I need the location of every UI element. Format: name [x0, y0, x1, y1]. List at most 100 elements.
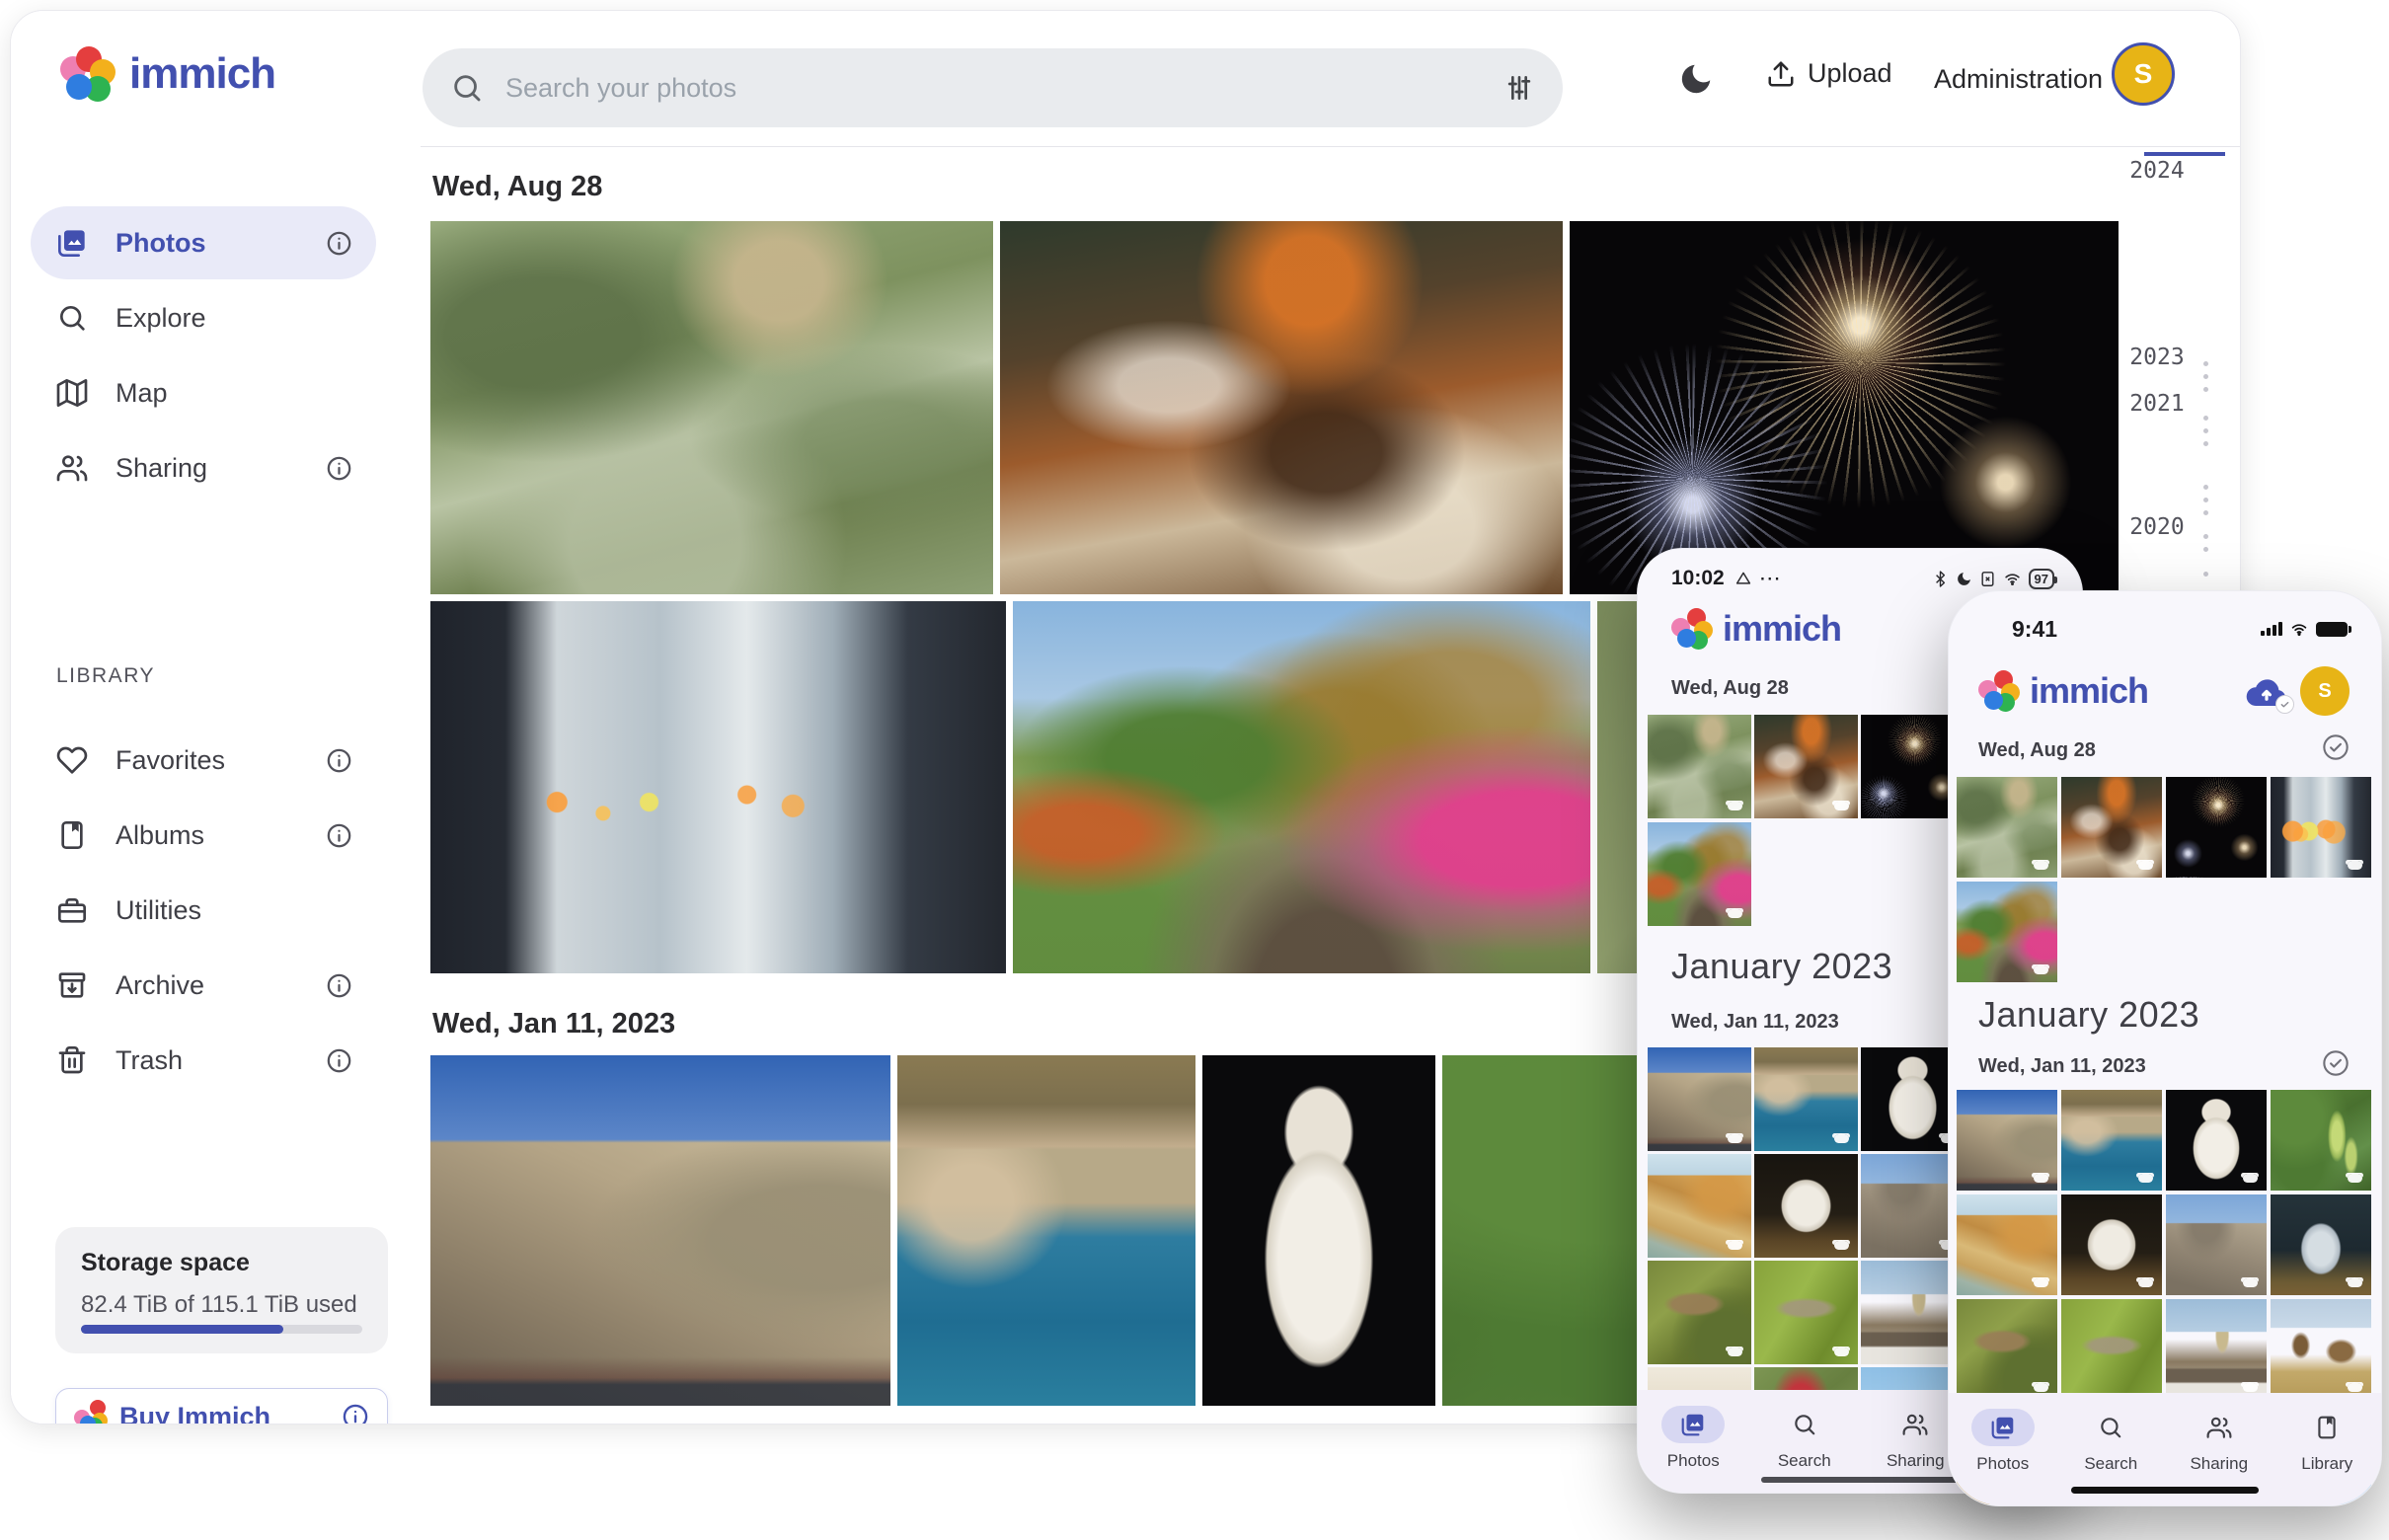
top-bar: immich Search your photos Upload Adminis…: [11, 11, 2240, 146]
sidebar-item-archive[interactable]: Archive: [31, 949, 376, 1022]
sidebar-item-trash[interactable]: Trash: [31, 1024, 376, 1097]
info-icon[interactable]: [326, 455, 352, 482]
user-avatar[interactable]: S: [2112, 42, 2175, 106]
immich-flower-logo-icon: [1978, 670, 2020, 712]
map-icon: [56, 377, 88, 409]
photo-thumbnail-holding-hands[interactable]: [430, 601, 1006, 973]
photo-thumbnail-stone-sculpture[interactable]: [2061, 1194, 2162, 1295]
sidebar-label: Sharing: [116, 453, 207, 484]
sidebar-label: Utilities: [116, 895, 201, 926]
storage-title: Storage space: [81, 1249, 362, 1277]
sidebar-item-explore[interactable]: Explore: [31, 281, 376, 354]
scrubber-year[interactable]: 2021: [2128, 391, 2186, 417]
photo-thumbnail-autumn-dinner[interactable]: [1754, 715, 1858, 818]
sidebar-item-albums[interactable]: Albums: [31, 799, 376, 872]
cellular-signal-icon: [2261, 622, 2282, 636]
buy-immich-button[interactable]: Buy Immich: [55, 1388, 388, 1424]
photo-thumbnail-lizard[interactable]: [1957, 1299, 2057, 1400]
photo-thumbnail-coastal-town[interactable]: [2061, 1090, 2162, 1191]
app-logo-text: immich: [2030, 670, 2148, 712]
nav-item-photos[interactable]: Photos: [1638, 1390, 1749, 1493]
info-icon[interactable]: [326, 822, 352, 849]
scrubber-year[interactable]: 2023: [2128, 345, 2186, 370]
administration-link[interactable]: Administration: [1934, 64, 2103, 95]
photo-thumbnail-green-berries[interactable]: [2271, 1090, 2371, 1191]
select-all-check-icon[interactable]: [2322, 733, 2350, 761]
status-time: 9:41: [2012, 616, 2057, 643]
photo-thumbnail-autumn-path[interactable]: [1013, 601, 1590, 973]
no-sim-icon: [1979, 571, 1996, 587]
photo-thumbnail-autumn-path[interactable]: [1957, 882, 2057, 982]
nav-label: Photos: [1667, 1451, 1720, 1471]
photo-thumbnail-fortress-wall[interactable]: [1957, 1090, 2057, 1191]
phone-month-header: January 2023: [1671, 946, 1892, 987]
photo-thumbnail-beach-cliff[interactable]: [1648, 1154, 1751, 1258]
home-indicator[interactable]: [2071, 1487, 2259, 1494]
sidebar-item-map[interactable]: Map: [31, 356, 376, 429]
photo-thumbnail-fireworks[interactable]: [1570, 221, 2119, 594]
app-logo-text: immich: [1723, 608, 1841, 650]
photo-thumbnail-winter-church[interactable]: [2166, 1299, 2267, 1400]
info-icon[interactable]: [326, 972, 352, 999]
photo-thumbnail-stone-sculpture[interactable]: [1754, 1154, 1858, 1258]
sidebar-label: Albums: [116, 820, 204, 851]
phone-status-bar: 10:02 ⋯ 97: [1671, 565, 2054, 592]
photo-thumbnail-lizard[interactable]: [1648, 1261, 1751, 1364]
storage-progress-fill: [81, 1325, 283, 1334]
date-group-header: Wed, Jan 11, 2023: [432, 1008, 675, 1040]
nav-item-library[interactable]: Library: [2273, 1393, 2382, 1505]
upload-label: Upload: [1808, 58, 1892, 89]
photo-thumbnail-farmhouse[interactable]: [2271, 1299, 2371, 1400]
search-icon: [1792, 1412, 1817, 1437]
scrubber-year[interactable]: 2024: [2128, 158, 2186, 184]
search-icon: [2098, 1415, 2123, 1440]
photo-thumbnail-lizard-closeup[interactable]: [2061, 1299, 2162, 1400]
photo-thumbnail-silver-ornament[interactable]: [2271, 1194, 2371, 1295]
photo-thumbnail-beach-cliff[interactable]: [1957, 1194, 2057, 1295]
sidebar-item-sharing[interactable]: Sharing: [31, 431, 376, 504]
photo-thumbnail-fireworks[interactable]: [2166, 777, 2267, 878]
app-logo-text: immich: [129, 49, 275, 99]
info-icon[interactable]: [342, 1403, 369, 1424]
user-avatar[interactable]: S: [2300, 666, 2350, 716]
sidebar-item-favorites[interactable]: Favorites: [31, 724, 376, 797]
photo-thumbnail-fortress-wall[interactable]: [1648, 1047, 1751, 1151]
photo-thumbnail-jungle-monkeys[interactable]: [430, 221, 993, 594]
photo-thumbnail-autumn-dinner[interactable]: [1000, 221, 1563, 594]
backup-cloud-button[interactable]: [2243, 672, 2290, 712]
immich-flower-logo-icon: [1671, 608, 1713, 650]
photo-thumbnail-marble-bust[interactable]: [1202, 1055, 1435, 1406]
scrubber-year[interactable]: 2020: [2128, 514, 2186, 540]
phone-photo-row: [1957, 882, 2371, 982]
nav-label: Sharing: [2190, 1454, 2248, 1474]
dark-mode-toggle-moon-icon[interactable]: [1677, 60, 1715, 98]
photo-thumbnail-ruins[interactable]: [2166, 1194, 2267, 1295]
album-icon: [56, 819, 88, 851]
phone-month-header: January 2023: [1978, 994, 2199, 1036]
explore-search-icon: [56, 302, 88, 334]
photo-thumbnail-autumn-dinner[interactable]: [2061, 777, 2162, 878]
info-icon[interactable]: [326, 747, 352, 774]
photo-thumbnail-holding-hands[interactable]: [2271, 777, 2371, 878]
photo-thumbnail-coastal-town[interactable]: [1754, 1047, 1858, 1151]
search-filter-icon[interactable]: [1503, 72, 1535, 104]
nav-item-photos[interactable]: Photos: [1949, 1393, 2057, 1505]
photo-thumbnail-lizard-closeup[interactable]: [1754, 1261, 1858, 1364]
info-icon[interactable]: [326, 1047, 352, 1074]
select-all-check-icon[interactable]: [2322, 1049, 2350, 1077]
battery-icon: [2316, 622, 2348, 637]
info-icon[interactable]: [326, 230, 352, 257]
data-saver-icon: [1734, 570, 1752, 587]
sidebar-item-photos[interactable]: Photos: [31, 206, 376, 279]
sidebar-item-utilities[interactable]: Utilities: [31, 874, 376, 947]
phone-mockup-iphone: 9:41 immich S Wed, Aug 28: [1948, 590, 2382, 1506]
photo-thumbnail-jungle-monkeys[interactable]: [1957, 777, 2057, 878]
upload-button[interactable]: Upload: [1766, 58, 1892, 89]
photo-thumbnail-autumn-path[interactable]: [1648, 822, 1751, 926]
photo-thumbnail-marble-bust[interactable]: [2166, 1090, 2267, 1191]
home-indicator[interactable]: [1761, 1477, 1959, 1483]
photo-thumbnail-coastal-town[interactable]: [897, 1055, 1195, 1406]
photo-thumbnail-fortress-wall[interactable]: [430, 1055, 890, 1406]
search-bar[interactable]: Search your photos: [423, 48, 1563, 127]
photo-thumbnail-jungle-monkeys[interactable]: [1648, 715, 1751, 818]
